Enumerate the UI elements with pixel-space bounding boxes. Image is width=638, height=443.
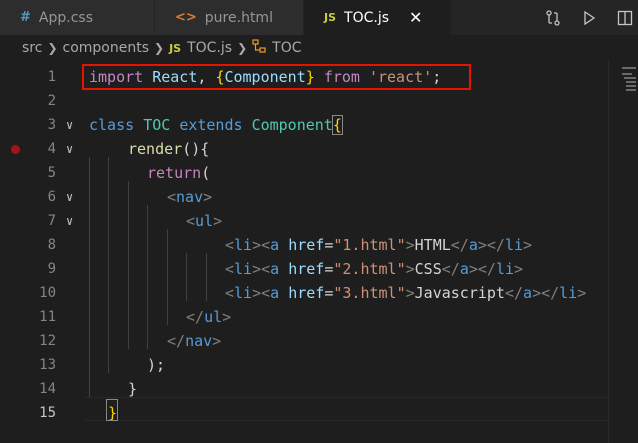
tab-label: TOC.js (344, 9, 389, 26)
line-number: 4 (47, 141, 56, 157)
code-text: } (128, 380, 138, 398)
code-line: 5 return( (0, 161, 638, 185)
tab-label: App.css (38, 9, 93, 26)
line-number: 13 (39, 357, 56, 373)
code-text: </nav> (167, 332, 222, 350)
line-number: 11 (39, 309, 56, 325)
minimap-line (626, 81, 636, 83)
code-text: class TOC extends Component{ (89, 115, 343, 135)
tab-bar: # App.css <> pure.html JS TOC.js ✕ (0, 0, 638, 35)
css-file-icon: # (20, 10, 31, 25)
line-number: 12 (39, 333, 56, 349)
minimap-line (622, 73, 632, 75)
close-tab-icon[interactable]: ✕ (409, 8, 422, 27)
code-line: 8 <li><a href="1.html">HTML</a></li> (0, 233, 638, 257)
code-text: render(){ (128, 140, 210, 158)
code-line: 11 </ul> (0, 305, 638, 329)
breadcrumb-components[interactable]: components (63, 40, 150, 56)
js-file-icon: JS (324, 11, 337, 24)
breadcrumb-file[interactable]: TOC.js (187, 40, 232, 56)
code-text: <ul> (186, 212, 223, 230)
fold-chevron-icon[interactable]: ∨ (66, 137, 73, 161)
breadcrumb: src ❯ components ❯ JS TOC.js ❯ TOC (0, 35, 638, 61)
line-number: 7 (47, 213, 56, 229)
js-file-icon: JS (169, 41, 182, 55)
code-text: ); (147, 356, 166, 374)
code-text: return( (147, 164, 211, 182)
code-line: 2 (0, 89, 638, 113)
minimap-line (626, 89, 636, 91)
code-text: </ul> (186, 308, 232, 326)
class-symbol-icon (252, 39, 266, 57)
line-number: 6 (47, 189, 56, 205)
code-text: <li><a href="2.html">CSS</a></li> (225, 260, 524, 278)
chevron-right-icon: ❯ (47, 41, 58, 55)
code-text: <li><a href="3.html">Javascript</a></li> (225, 284, 587, 302)
code-line: 7 ∨ <ul> (0, 209, 638, 233)
chevron-right-icon: ❯ (237, 41, 248, 55)
line-number: 3 (47, 117, 56, 133)
fold-chevron-icon[interactable]: ∨ (66, 209, 73, 233)
line-number: 2 (47, 93, 56, 109)
line-number: 8 (47, 237, 56, 253)
line-number: 1 (47, 69, 56, 85)
code-text: <li><a href="1.html">HTML</a></li> (225, 236, 533, 254)
code-line: 14 } (0, 377, 638, 401)
fold-chevron-icon[interactable]: ∨ (66, 185, 73, 209)
breadcrumb-symbol[interactable]: TOC (272, 40, 301, 56)
tab-label: pure.html (204, 9, 273, 26)
minimap-line (626, 85, 636, 87)
html-file-icon: <> (175, 10, 197, 25)
chevron-right-icon: ❯ (154, 41, 165, 55)
minimap-line (622, 67, 636, 69)
tab-toc-js[interactable]: JS TOC.js ✕ (304, 0, 452, 35)
breadcrumb-src[interactable]: src (22, 40, 42, 56)
code-line: 4 ∨ render(){ (0, 137, 638, 161)
source-control-compare-icon[interactable] (540, 7, 566, 29)
line-number: 10 (39, 285, 56, 301)
tab-app-css[interactable]: # App.css (0, 0, 155, 35)
line-number: 15 (39, 405, 56, 421)
code-line: 10 <li><a href="3.html">Javascript</a></… (0, 281, 638, 305)
code-text: <nav> (167, 188, 213, 206)
line-number: 14 (39, 381, 56, 397)
highlight-box (82, 64, 471, 90)
line-number: 9 (47, 261, 56, 277)
bracket-match-box (106, 399, 118, 421)
line-number: 5 (47, 165, 56, 181)
tab-pure-html[interactable]: <> pure.html (155, 0, 304, 35)
run-icon[interactable] (576, 7, 602, 29)
minimap[interactable] (620, 61, 638, 443)
code-line: 15 } (0, 401, 638, 425)
code-line: 13 ); (0, 353, 638, 377)
code-line: 9 <li><a href="2.html">CSS</a></li> (0, 257, 638, 281)
code-line: 3 ∨ class TOC extends Component{ (0, 113, 638, 137)
fold-chevron-icon[interactable]: ∨ (66, 113, 73, 137)
code-editor[interactable]: 1 import React, {Component} from 'react'… (0, 61, 638, 443)
split-editor-icon[interactable] (612, 7, 638, 29)
code-line: 6 ∨ <nav> (0, 185, 638, 209)
editor-actions (530, 0, 638, 35)
minimap-line (624, 77, 636, 79)
code-line: 12 </nav> (0, 329, 638, 353)
